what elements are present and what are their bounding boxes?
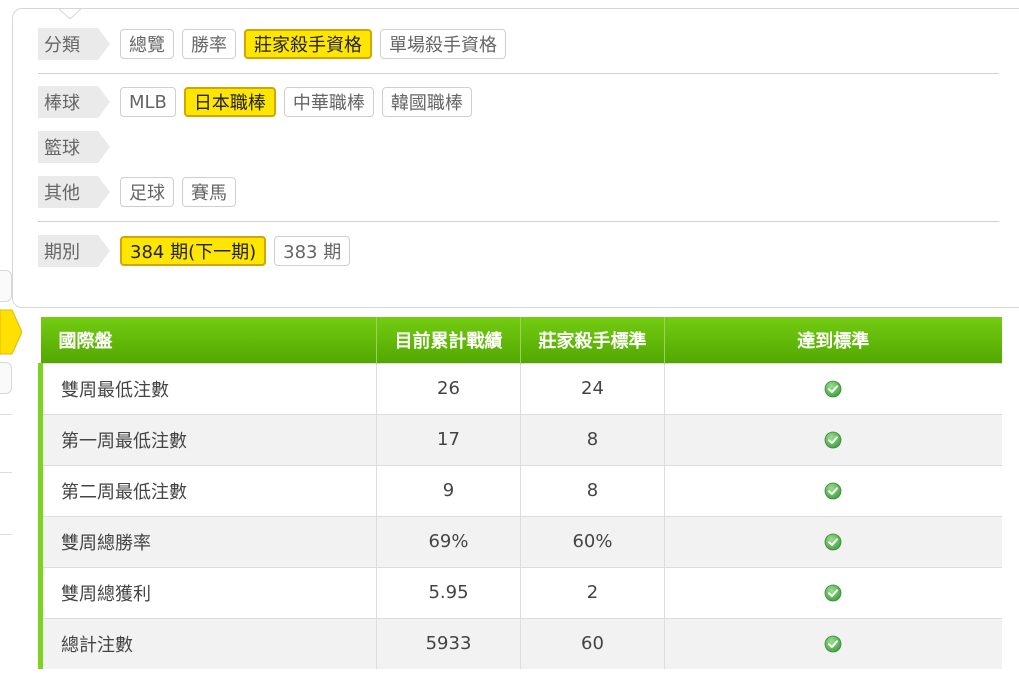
category-option-banker-killer[interactable]: 莊家殺手資格 [244, 29, 372, 59]
sport-option-soccer[interactable]: 足球 [120, 177, 174, 207]
league-option-kbo[interactable]: 韓國職棒 [381, 87, 472, 117]
category-label: 分類 [38, 28, 110, 60]
row-standard: 2 [520, 567, 665, 618]
filter-divider [38, 73, 999, 74]
row-criterion: 雙周總獲利 [38, 567, 377, 618]
row-standard: 24 [520, 363, 665, 414]
table-row: 第二周最低注數 9 8 [38, 465, 1002, 516]
check-circle-icon [824, 431, 842, 449]
row-current-record: 26 [376, 363, 521, 414]
league-option-mlb[interactable]: MLB [120, 87, 176, 117]
row-standard: 8 [520, 465, 665, 516]
row-current-record: 9 [376, 465, 521, 516]
column-header-current-record: 目前累計戰績 [376, 317, 521, 363]
basketball-label[interactable]: 籃球 [38, 131, 110, 163]
row-met-status [665, 363, 1002, 414]
period-option-383[interactable]: 383 期 [274, 236, 351, 266]
row-criterion: 雙周總勝率 [38, 516, 377, 567]
column-header-met: 達到標準 [797, 330, 870, 352]
category-option-overview[interactable]: 總覽 [120, 29, 174, 59]
panel-notch-icon [59, 9, 81, 20]
left-divider [0, 472, 12, 473]
left-divider [0, 534, 12, 535]
left-panel-fragment [0, 270, 12, 302]
baseball-filter-row: 棒球 MLB 日本職棒 中華職棒 韓國職棒 [38, 86, 472, 118]
row-current-record: 5933 [376, 618, 521, 669]
league-option-cpbl[interactable]: 中華職棒 [283, 87, 374, 117]
qualification-table: 國際盤 目前累計戰績 莊家殺手標準 達到標準 雙周最低注數 26 24 第一周最低注數… [38, 317, 1002, 669]
left-divider [0, 414, 12, 415]
yellow-arrow-marker-icon [0, 309, 22, 355]
period-filter-row: 期別 384 期(下一期) 383 期 [38, 235, 351, 267]
category-option-single-killer[interactable]: 單場殺手資格 [380, 29, 506, 59]
row-standard: 60% [520, 516, 665, 567]
category-filter-row: 分類 總覽 勝率 莊家殺手資格 單場殺手資格 [38, 28, 506, 60]
period-option-384[interactable]: 384 期(下一期) [120, 236, 267, 266]
row-met-status [665, 414, 1002, 465]
league-option-npb[interactable]: 日本職棒 [183, 87, 276, 117]
table-row: 第一周最低注數 17 8 [38, 414, 1002, 465]
check-circle-icon [824, 380, 842, 398]
row-standard: 60 [520, 618, 665, 669]
page: 分類 總覽 勝率 莊家殺手資格 單場殺手資格 棒球 MLB 日本職棒 中華職棒 … [0, 0, 1019, 677]
row-criterion: 雙周最低注數 [38, 363, 377, 414]
row-standard: 8 [520, 414, 665, 465]
check-circle-icon [824, 533, 842, 551]
column-header-standard: 莊家殺手標準 [520, 317, 665, 363]
row-met-status [665, 618, 1002, 669]
row-met-status [665, 567, 1002, 618]
other-filter-row: 其他 足球 賽馬 [38, 176, 236, 208]
row-met-status [665, 465, 1002, 516]
row-criterion: 第二周最低注數 [38, 465, 377, 516]
row-criterion: 總計注數 [38, 618, 377, 669]
left-panel-fragment [0, 362, 12, 394]
table-row: 雙周總獲利 5.95 2 [38, 567, 1002, 618]
column-header-market: 國際盤 [40, 317, 377, 363]
table-header-row: 國際盤 目前累計戰績 莊家殺手標準 達到標準 [40, 317, 1002, 363]
table-row: 雙周總勝率 69% 60% [38, 516, 1002, 567]
row-current-record: 5.95 [376, 567, 521, 618]
row-criterion: 第一周最低注數 [38, 414, 377, 465]
baseball-label: 棒球 [38, 86, 110, 118]
row-current-record: 69% [376, 516, 521, 567]
basketball-filter-row: 籃球 [38, 131, 110, 163]
category-option-win-rate[interactable]: 勝率 [182, 29, 236, 59]
row-current-record: 17 [376, 414, 521, 465]
check-circle-icon [824, 584, 842, 602]
table-row: 雙周最低注數 26 24 [38, 363, 1002, 414]
filter-divider [38, 221, 999, 222]
row-met-status [665, 516, 1002, 567]
check-circle-icon [824, 482, 842, 500]
period-label: 期別 [38, 235, 110, 267]
sport-option-horse-racing[interactable]: 賽馬 [182, 177, 236, 207]
table-body: 雙周最低注數 26 24 第一周最低注數 17 8 第二周最低注數 9 8 雙周總勝率 69% 60%… [38, 363, 1002, 669]
check-circle-icon [824, 635, 842, 653]
table-row: 總計注數 5933 60 [38, 618, 1002, 669]
other-label: 其他 [38, 176, 110, 208]
